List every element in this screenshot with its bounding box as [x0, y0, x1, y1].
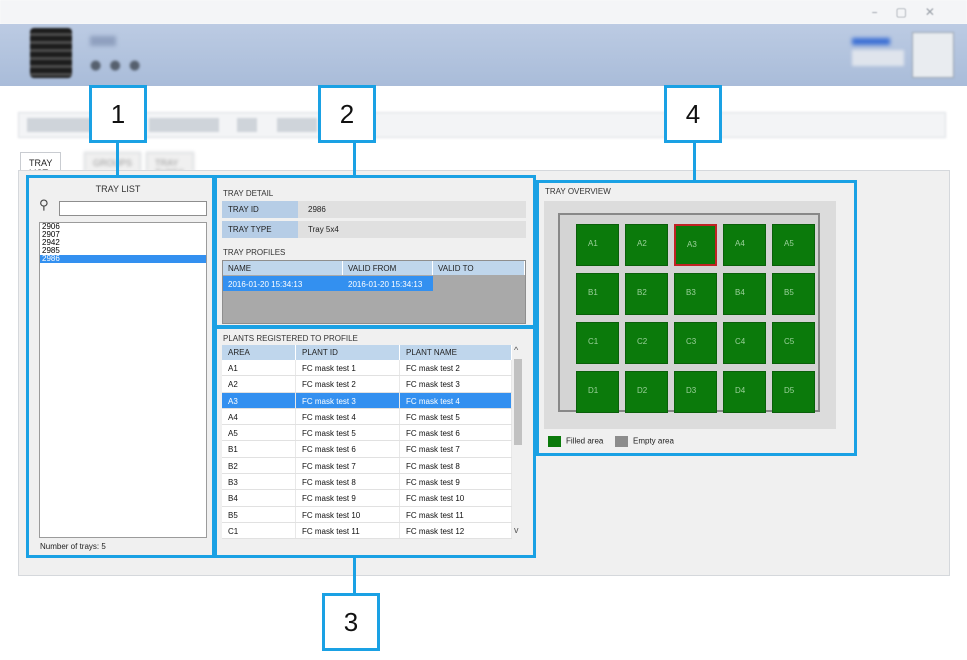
callout-number-2: 2	[318, 85, 376, 143]
toolbar-item[interactable]	[277, 118, 317, 132]
callout-frame-4	[536, 180, 857, 456]
header-icons[interactable]: ● ● ●	[90, 58, 142, 73]
toolbar-item[interactable]	[237, 118, 257, 132]
app-name	[90, 36, 116, 46]
avatar[interactable]	[912, 32, 954, 78]
tab-tray-types[interactable]: TRAY TYPES	[146, 152, 194, 178]
header-buttons[interactable]	[852, 50, 904, 66]
window-controls[interactable]: –▢✕	[872, 5, 953, 19]
toolbar	[18, 112, 946, 138]
callout-frame-1	[26, 175, 215, 558]
callout-connector-1	[116, 143, 119, 176]
app-logo	[30, 28, 72, 78]
callout-frame-2	[214, 175, 536, 328]
tab-groups[interactable]: GROUPS	[84, 152, 142, 172]
callout-number-3: 3	[322, 593, 380, 651]
user-link[interactable]	[852, 38, 890, 45]
tab-tray-list[interactable]: TRAY LIST	[20, 152, 62, 178]
callout-connector-2	[353, 143, 356, 176]
toolbar-item[interactable]	[149, 118, 219, 132]
callout-number-1: 1	[89, 85, 147, 143]
callout-connector-4	[693, 143, 696, 181]
callout-frame-3	[214, 326, 536, 558]
callout-number-4: 4	[664, 85, 722, 143]
app-header: ● ● ●	[0, 24, 967, 86]
title-bar: –▢✕	[0, 0, 967, 24]
app-window: –▢✕ ● ● ● TRAY LIST GROUPS TRAY TYPES TR…	[0, 0, 967, 660]
callout-connector-3	[353, 557, 356, 593]
